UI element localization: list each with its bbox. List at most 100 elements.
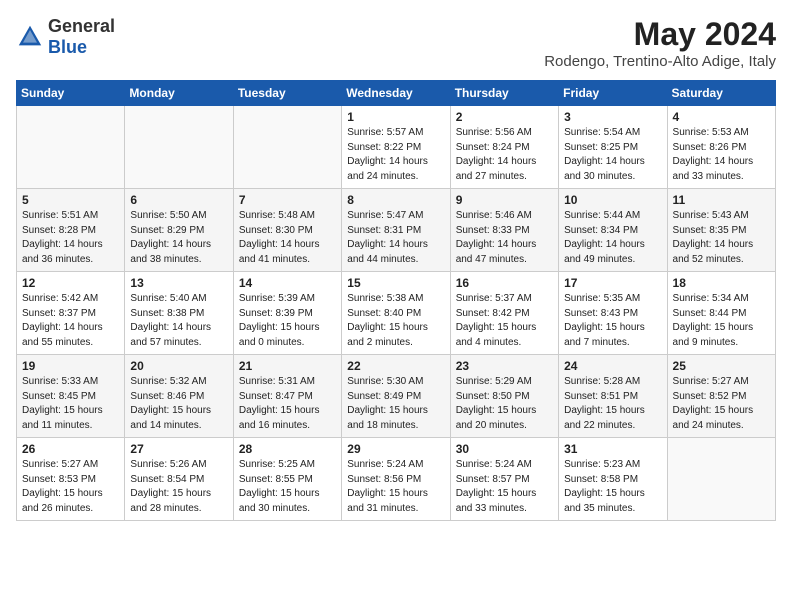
day-info: Sunrise: 5:24 AM Sunset: 8:57 PM Dayligh… [456, 458, 553, 516]
col-wednesday: Wednesday [342, 81, 450, 106]
day-number: 1 [347, 110, 444, 124]
day-info: Sunrise: 5:40 AM Sunset: 8:38 PM Dayligh… [130, 292, 227, 350]
logo-blue: Blue [48, 37, 87, 57]
day-number: 28 [239, 442, 336, 456]
calendar-cell: 28 Sunrise: 5:25 AM Sunset: 8:55 PM Dayli… [233, 438, 341, 521]
logo: General Blue [16, 16, 115, 58]
calendar-week-4: 19 Sunrise: 5:33 AM Sunset: 8:45 PM Dayli… [17, 355, 776, 438]
day-info: Sunrise: 5:27 AM Sunset: 8:53 PM Dayligh… [22, 458, 119, 516]
calendar-cell: 23 Sunrise: 5:29 AM Sunset: 8:50 PM Dayli… [450, 355, 558, 438]
day-number: 14 [239, 276, 336, 290]
calendar-table: Sunday Monday Tuesday Wednesday Thursday… [16, 80, 776, 521]
day-number: 15 [347, 276, 444, 290]
calendar-cell [125, 106, 233, 189]
day-number: 30 [456, 442, 553, 456]
calendar-cell: 9 Sunrise: 5:46 AM Sunset: 8:33 PM Daylig… [450, 189, 558, 272]
day-info: Sunrise: 5:57 AM Sunset: 8:22 PM Dayligh… [347, 126, 444, 184]
calendar-cell: 19 Sunrise: 5:33 AM Sunset: 8:45 PM Dayli… [17, 355, 125, 438]
day-info: Sunrise: 5:32 AM Sunset: 8:46 PM Dayligh… [130, 375, 227, 433]
title-location: Rodengo, Trentino-Alto Adige, Italy [544, 53, 776, 70]
calendar-cell: 14Sunrise: 5:39 AM Sunset: 8:39 PM Dayli… [233, 272, 341, 355]
calendar-week-3: 12 Sunrise: 5:42 AM Sunset: 8:37 PM Dayli… [17, 272, 776, 355]
calendar-cell: 1 Sunrise: 5:57 AM Sunset: 8:22 PM Daylig… [342, 106, 450, 189]
day-number: 13 [130, 276, 227, 290]
calendar-cell: 10 Sunrise: 5:44 AM Sunset: 8:34 PM Dayli… [559, 189, 667, 272]
day-info: Sunrise: 5:31 AM Sunset: 8:47 PM Dayligh… [239, 375, 336, 433]
calendar-cell: 26 Sunrise: 5:27 AM Sunset: 8:53 PM Dayli… [17, 438, 125, 521]
day-number: 19 [22, 359, 119, 373]
header: General Blue May 2024 Rodengo, Trentino-… [16, 16, 776, 70]
day-info: Sunrise: 5:54 AM Sunset: 8:25 PM Dayligh… [564, 126, 661, 184]
day-info: Sunrise: 5:30 AM Sunset: 8:49 PM Dayligh… [347, 375, 444, 433]
day-info: Sunrise: 5:42 AM Sunset: 8:37 PM Dayligh… [22, 292, 119, 350]
calendar-cell: 4Sunrise: 5:53 AM Sunset: 8:26 PM Daylig… [667, 106, 775, 189]
day-info: Sunrise: 5:29 AM Sunset: 8:50 PM Dayligh… [456, 375, 553, 433]
day-number: 6 [130, 193, 227, 207]
calendar-cell: 29 Sunrise: 5:24 AM Sunset: 8:56 PM Dayli… [342, 438, 450, 521]
calendar-cell [667, 438, 775, 521]
calendar-cell: 13 Sunrise: 5:40 AM Sunset: 8:38 PM Dayli… [125, 272, 233, 355]
day-number: 5 [22, 193, 119, 207]
logo-general: General [48, 16, 115, 36]
day-number: 29 [347, 442, 444, 456]
day-info: Sunrise: 5:51 AM Sunset: 8:28 PM Dayligh… [22, 209, 119, 267]
day-number: 9 [456, 193, 553, 207]
day-info: Sunrise: 5:56 AM Sunset: 8:24 PM Dayligh… [456, 126, 553, 184]
calendar-cell [233, 106, 341, 189]
calendar-cell: 22 Sunrise: 5:30 AM Sunset: 8:49 PM Dayli… [342, 355, 450, 438]
calendar-header-row: Sunday Monday Tuesday Wednesday Thursday… [17, 81, 776, 106]
calendar-cell: 16 Sunrise: 5:37 AM Sunset: 8:42 PM Dayli… [450, 272, 558, 355]
day-number: 27 [130, 442, 227, 456]
day-info: Sunrise: 5:50 AM Sunset: 8:29 PM Dayligh… [130, 209, 227, 267]
day-info: Sunrise: 5:27 AM Sunset: 8:52 PM Dayligh… [673, 375, 770, 433]
day-number: 16 [456, 276, 553, 290]
calendar-cell: 25 Sunrise: 5:27 AM Sunset: 8:52 PM Dayli… [667, 355, 775, 438]
day-number: 17 [564, 276, 661, 290]
day-info: Sunrise: 5:37 AM Sunset: 8:42 PM Dayligh… [456, 292, 553, 350]
calendar-cell: 31 Sunrise: 5:23 AM Sunset: 8:58 PM Dayli… [559, 438, 667, 521]
day-number: 23 [456, 359, 553, 373]
day-number: 26 [22, 442, 119, 456]
calendar-cell: 30 Sunrise: 5:24 AM Sunset: 8:57 PM Dayli… [450, 438, 558, 521]
day-number: 8 [347, 193, 444, 207]
calendar-cell: 15 Sunrise: 5:38 AM Sunset: 8:40 PM Dayli… [342, 272, 450, 355]
day-number: 31 [564, 442, 661, 456]
day-number: 20 [130, 359, 227, 373]
day-info: Sunrise: 5:46 AM Sunset: 8:33 PM Dayligh… [456, 209, 553, 267]
day-info: Sunrise: 5:43 AM Sunset: 8:35 PM Dayligh… [673, 209, 770, 267]
day-info: Sunrise: 5:25 AM Sunset: 8:55 PM Dayligh… [239, 458, 336, 516]
day-info: Sunrise: 5:47 AM Sunset: 8:31 PM Dayligh… [347, 209, 444, 267]
day-number: 10 [564, 193, 661, 207]
day-number: 7 [239, 193, 336, 207]
day-info: Sunrise: 5:53 AM Sunset: 8:26 PM Dayligh… [673, 126, 770, 184]
day-info: Sunrise: 5:23 AM Sunset: 8:58 PM Dayligh… [564, 458, 661, 516]
day-number: 24 [564, 359, 661, 373]
calendar-week-5: 26 Sunrise: 5:27 AM Sunset: 8:53 PM Dayli… [17, 438, 776, 521]
day-info: Sunrise: 5:44 AM Sunset: 8:34 PM Dayligh… [564, 209, 661, 267]
calendar-cell: 3Sunrise: 5:54 AM Sunset: 8:25 PM Daylig… [559, 106, 667, 189]
day-info: Sunrise: 5:35 AM Sunset: 8:43 PM Dayligh… [564, 292, 661, 350]
day-number: 12 [22, 276, 119, 290]
calendar-cell: 2Sunrise: 5:56 AM Sunset: 8:24 PM Daylig… [450, 106, 558, 189]
calendar-week-1: 1 Sunrise: 5:57 AM Sunset: 8:22 PM Daylig… [17, 106, 776, 189]
day-number: 22 [347, 359, 444, 373]
title-block: May 2024 Rodengo, Trentino-Alto Adige, I… [544, 16, 776, 70]
day-info: Sunrise: 5:48 AM Sunset: 8:30 PM Dayligh… [239, 209, 336, 267]
col-thursday: Thursday [450, 81, 558, 106]
calendar-cell: 8 Sunrise: 5:47 AM Sunset: 8:31 PM Daylig… [342, 189, 450, 272]
day-info: Sunrise: 5:28 AM Sunset: 8:51 PM Dayligh… [564, 375, 661, 433]
day-info: Sunrise: 5:24 AM Sunset: 8:56 PM Dayligh… [347, 458, 444, 516]
calendar-cell: 21 Sunrise: 5:31 AM Sunset: 8:47 PM Dayli… [233, 355, 341, 438]
calendar-cell: 6 Sunrise: 5:50 AM Sunset: 8:29 PM Daylig… [125, 189, 233, 272]
day-info: Sunrise: 5:38 AM Sunset: 8:40 PM Dayligh… [347, 292, 444, 350]
calendar-cell [17, 106, 125, 189]
calendar-cell: 20 Sunrise: 5:32 AM Sunset: 8:46 PM Dayli… [125, 355, 233, 438]
col-saturday: Saturday [667, 81, 775, 106]
day-number: 25 [673, 359, 770, 373]
day-number: 21 [239, 359, 336, 373]
col-sunday: Sunday [17, 81, 125, 106]
calendar-cell: 11Sunrise: 5:43 AM Sunset: 8:35 PM Dayli… [667, 189, 775, 272]
day-info: Sunrise: 5:33 AM Sunset: 8:45 PM Dayligh… [22, 375, 119, 433]
col-monday: Monday [125, 81, 233, 106]
calendar-cell: 18Sunrise: 5:34 AM Sunset: 8:44 PM Dayli… [667, 272, 775, 355]
